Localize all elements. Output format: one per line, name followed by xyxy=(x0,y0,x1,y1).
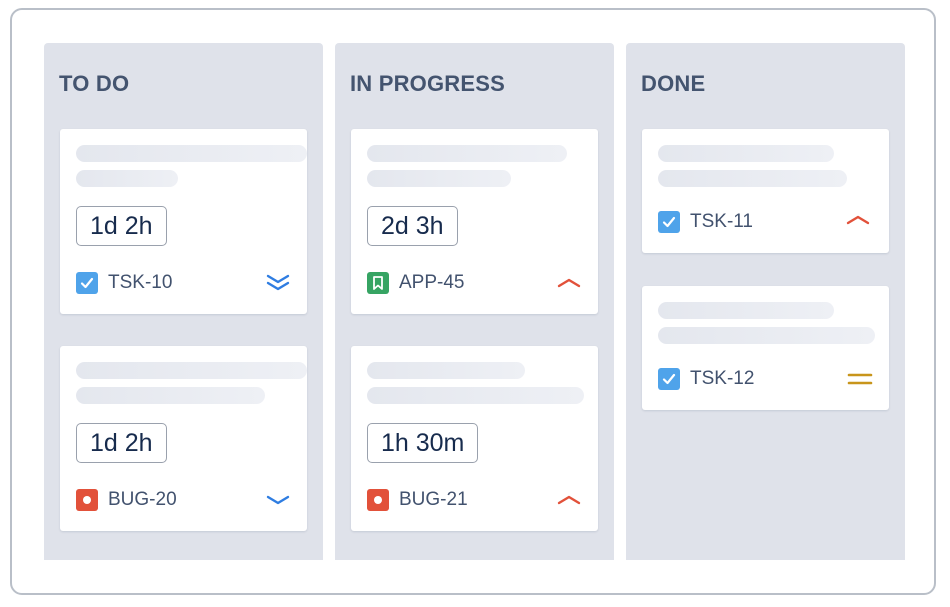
issue-key[interactable]: BUG-20 xyxy=(108,489,177,511)
bug-icon xyxy=(367,489,389,511)
summary-placeholder-line xyxy=(76,387,265,404)
issue-card[interactable]: TSK-11 xyxy=(642,129,889,253)
summary-placeholder-line xyxy=(367,170,511,187)
double-chevron-down-icon xyxy=(266,274,290,291)
time-estimate: 1d 2h xyxy=(76,206,167,246)
issue-key[interactable]: BUG-21 xyxy=(399,489,468,511)
summary-placeholder-line xyxy=(658,145,834,162)
summary-placeholder-line xyxy=(76,145,307,162)
issue-key-row: TSK-12 xyxy=(658,368,754,390)
summary-placeholder-line xyxy=(367,362,525,379)
task-checkbox-icon xyxy=(76,272,98,294)
issue-key[interactable]: TSK-11 xyxy=(690,211,753,233)
issue-key-row: BUG-20 xyxy=(76,489,177,511)
summary-placeholder-line xyxy=(658,170,847,187)
issue-key-row: APP-45 xyxy=(367,272,464,294)
issue-card[interactable]: TSK-12 xyxy=(642,286,889,410)
time-estimate: 1h 30m xyxy=(367,423,479,463)
issue-card[interactable]: 1d 2h BUG-20 xyxy=(60,346,307,531)
summary-placeholder-line xyxy=(76,170,178,187)
summary-placeholder-line xyxy=(658,327,875,344)
column-in-progress: IN PROGRESS 2d 3h APP-45 1h 30m BUG-21 xyxy=(335,43,614,560)
issue-key[interactable]: APP-45 xyxy=(399,272,464,294)
column-done: DONE TSK-11 TSK-12 xyxy=(626,43,905,560)
issue-card[interactable]: 1h 30m BUG-21 xyxy=(351,346,598,531)
column-todo: TO DO 1d 2h TSK-10 1d 2h BUG-20 xyxy=(44,43,323,560)
issue-key[interactable]: TSK-10 xyxy=(108,272,172,294)
issue-card[interactable]: 1d 2h TSK-10 xyxy=(60,129,307,314)
column-title: TO DO xyxy=(59,71,130,96)
column-title: IN PROGRESS xyxy=(350,71,506,96)
equals-icon xyxy=(847,373,873,385)
issue-key-row: TSK-11 xyxy=(658,211,753,233)
bug-icon xyxy=(76,489,98,511)
summary-placeholder-line xyxy=(367,387,584,404)
chevron-up-icon xyxy=(557,495,581,505)
summary-placeholder-line xyxy=(76,362,307,379)
time-estimate: 2d 3h xyxy=(367,206,458,246)
chevron-up-icon xyxy=(846,215,870,225)
task-checkbox-icon xyxy=(658,368,680,390)
issue-key-row: BUG-21 xyxy=(367,489,468,511)
task-checkbox-icon xyxy=(658,211,680,233)
column-title: DONE xyxy=(641,71,706,96)
story-bookmark-icon xyxy=(367,272,389,294)
issue-card[interactable]: 2d 3h APP-45 xyxy=(351,129,598,314)
chevron-up-icon xyxy=(557,278,581,288)
issue-key-row: TSK-10 xyxy=(76,272,172,294)
summary-placeholder-line xyxy=(367,145,567,162)
chevron-down-icon xyxy=(266,495,290,505)
summary-placeholder-line xyxy=(658,302,834,319)
issue-key[interactable]: TSK-12 xyxy=(690,368,754,390)
time-estimate: 1d 2h xyxy=(76,423,167,463)
